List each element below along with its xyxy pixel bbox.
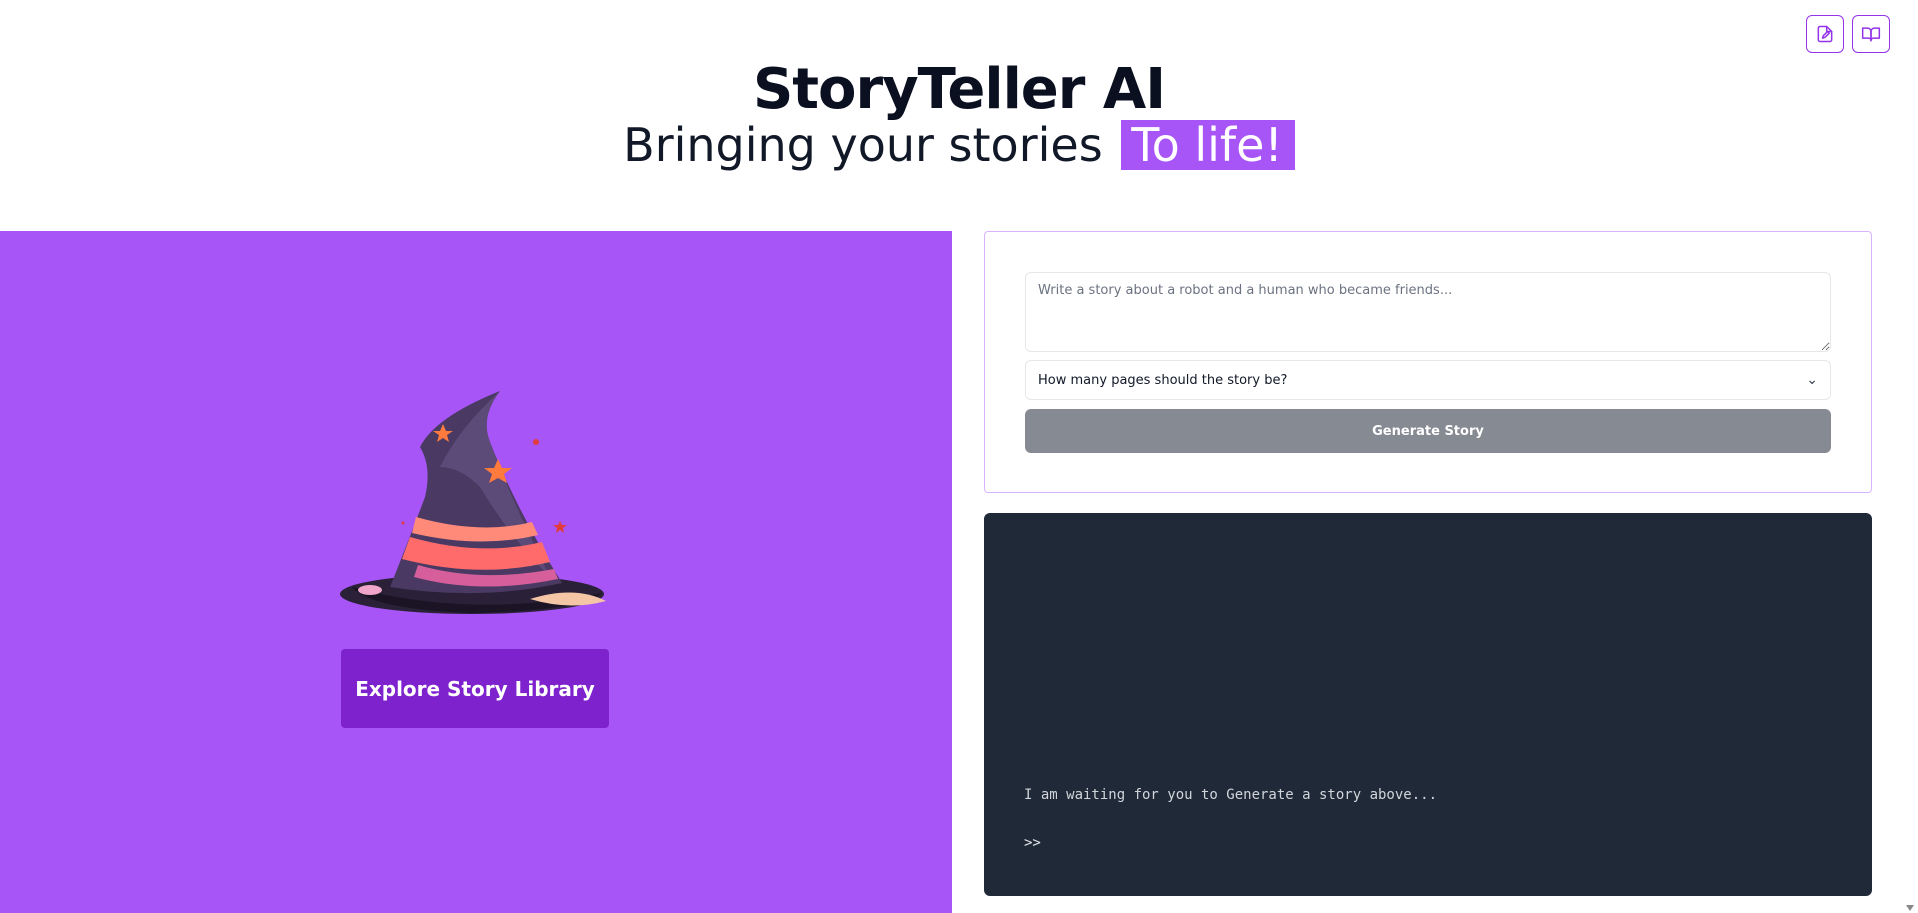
page-header: StoryTeller AI Bringing your stories To … [0,58,1918,172]
generate-story-button[interactable]: Generate Story [1025,409,1831,453]
story-output-terminal: I am waiting for you to Generate a story… [984,513,1872,896]
witch-hat-illustration [340,391,606,614]
chevron-down-icon: ⌄ [1806,372,1818,388]
story-form: How many pages should the story be? ⌄ Ge… [984,231,1872,493]
pages-select[interactable]: How many pages should the story be? ⌄ [1025,360,1831,400]
scroll-down-arrow-icon[interactable] [1906,905,1914,911]
hero-panel: Explore Story Library [0,231,952,913]
book-open-icon [1861,27,1881,42]
page-subtitle: Bringing your stories To life! [0,118,1918,172]
book-open-icon-button[interactable] [1852,15,1890,53]
subtitle-text: Bringing your stories [623,118,1103,172]
story-prompt-input[interactable] [1025,272,1831,352]
subtitle-highlight: To life! [1121,120,1295,170]
top-icon-bar [1806,15,1890,53]
pages-select-value: How many pages should the story be? [1038,372,1288,388]
file-edit-icon-button[interactable] [1806,15,1844,53]
explore-library-button[interactable]: Explore Story Library [341,649,609,728]
terminal-prompt: >> [1024,835,1041,851]
terminal-message: I am waiting for you to Generate a story… [1024,787,1438,803]
file-edit-icon [1817,25,1833,43]
page-title: StoryTeller AI [752,57,1166,122]
